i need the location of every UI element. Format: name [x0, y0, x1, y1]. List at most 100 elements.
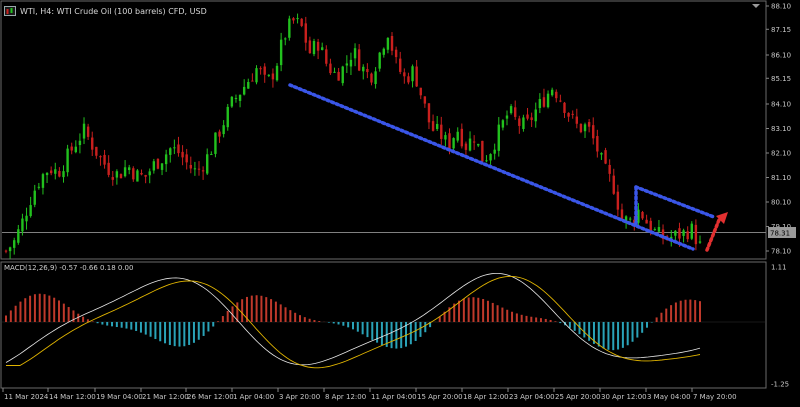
macd-bar-negative [135, 322, 138, 331]
bear-candle [481, 140, 484, 162]
bear-candle [325, 49, 328, 64]
macd-bar-positive [53, 297, 56, 322]
bear-candle [559, 100, 562, 102]
macd-bar-positive [655, 317, 658, 322]
bear-candle [271, 73, 275, 80]
macd-bar-negative [626, 322, 629, 346]
macd-bar-positive [24, 298, 27, 322]
bull-candle [234, 98, 238, 100]
bear-candle [472, 141, 476, 143]
time-tick-label: 23 Apr 04:00 [509, 393, 555, 401]
chart-window-icon [4, 6, 16, 16]
macd-bar-negative [390, 322, 393, 349]
bear-candle [608, 164, 611, 174]
macd-bar-negative [597, 322, 600, 347]
bull-candle [378, 52, 381, 69]
chart-title: WTI, H4: WTI Crude Oil (100 barrels) CFD… [20, 6, 207, 16]
bull-candle [169, 148, 172, 155]
bull-candle [33, 190, 36, 205]
bull-candle [505, 115, 509, 119]
price-tick-label: 82.10 [771, 150, 791, 158]
macd-bar-negative [588, 322, 591, 341]
bear-candle [95, 146, 98, 156]
macd-bar-negative [96, 322, 99, 324]
bear-candle [403, 72, 406, 77]
bear-candle [645, 219, 648, 224]
macd-bar-negative [607, 322, 610, 350]
macd-bar-positive [33, 294, 36, 322]
macd-bar-positive [491, 302, 494, 322]
macd-bar-negative [342, 322, 345, 326]
bear-candle [415, 66, 418, 87]
macd-bar-negative [139, 322, 142, 333]
macd-bar-positive [539, 318, 542, 322]
macd-panel-border [0, 261, 767, 389]
dropdown-arrow-icon[interactable] [752, 4, 760, 8]
bear-candle [427, 103, 431, 123]
bull-candle [206, 154, 209, 174]
bull-candle [353, 48, 357, 59]
bear-candle [308, 40, 312, 54]
bear-candle [263, 66, 266, 75]
chart-window[interactable]: 88.10 87.15 86.10 85.15 84.10 83.10 82.10 81.10… [0, 0, 800, 407]
bull-candle [452, 138, 455, 149]
bear-candle [399, 58, 402, 72]
macd-bar-positive [544, 318, 547, 322]
bear-candle [555, 91, 558, 99]
macd-bar-positive [535, 317, 538, 322]
channel-upper-line[interactable] [634, 185, 716, 219]
bull-candle [435, 123, 439, 130]
bull-candle [152, 161, 156, 171]
macd-bar-positive [67, 307, 70, 322]
time-tick-label: 18 Apr 12:00 [463, 393, 509, 401]
bear-candle [218, 131, 221, 137]
bear-candle [694, 224, 698, 245]
bull-candle [238, 94, 242, 101]
channel-main-line[interactable] [288, 83, 695, 251]
bull-candle [349, 59, 353, 67]
bear-candle [464, 143, 468, 150]
macd-bar-positive [506, 309, 509, 322]
macd-bar-positive [482, 299, 485, 322]
bull-candle [690, 223, 693, 239]
arrow-shaft[interactable] [705, 218, 721, 252]
macd-bar-negative [212, 322, 215, 327]
bear-candle [686, 231, 689, 240]
macd-bar-positive [91, 321, 94, 322]
macd-bar-negative [149, 322, 152, 337]
macd-tick-label: -1.25 [771, 381, 789, 389]
bull-candle [288, 18, 291, 38]
bear-candle [329, 63, 332, 74]
time-tick-label: 11 Mar 2024 [4, 393, 49, 401]
bull-candle [493, 149, 496, 154]
bull-candle [222, 125, 225, 135]
chart-canvas[interactable]: 88.10 87.15 86.10 85.15 84.10 83.10 82.10 81.10… [0, 0, 800, 407]
bear-candle [579, 123, 583, 133]
time-tick-label: 25 Apr 20:00 [555, 393, 601, 401]
bull-candle [374, 71, 377, 85]
macd-bar-positive [313, 320, 316, 322]
macd-bar-negative [144, 322, 147, 335]
bear-candle [156, 158, 160, 169]
price-axis: 88.10 87.15 86.10 85.15 84.10 83.10 82.10 81.10… [766, 3, 791, 256]
macd-bar-positive [255, 295, 258, 322]
time-tick-label: 14 Mar 12:00 [49, 393, 96, 401]
macd-bar-positive [294, 312, 297, 322]
time-tick-label: 26 Mar 12:00 [187, 393, 234, 401]
time-tick-label: 11 Apr 04:00 [371, 393, 417, 401]
bull-candle [312, 40, 316, 55]
bear-candle [300, 18, 303, 26]
bear-candle [612, 175, 615, 194]
macd-bar-negative [568, 322, 571, 328]
bull-candle [164, 154, 168, 165]
bear-candle [526, 114, 529, 119]
macd-bar-negative [583, 322, 586, 338]
macd-bar-negative [631, 322, 634, 342]
projection-arrow[interactable] [705, 212, 728, 252]
price-tick-label: 84.10 [771, 101, 791, 109]
bull-candle [173, 147, 176, 149]
bear-candle [587, 122, 591, 127]
bull-candle [345, 63, 349, 66]
time-tick-label: 3 May 04:00 [647, 393, 691, 401]
bull-candle [29, 205, 32, 217]
